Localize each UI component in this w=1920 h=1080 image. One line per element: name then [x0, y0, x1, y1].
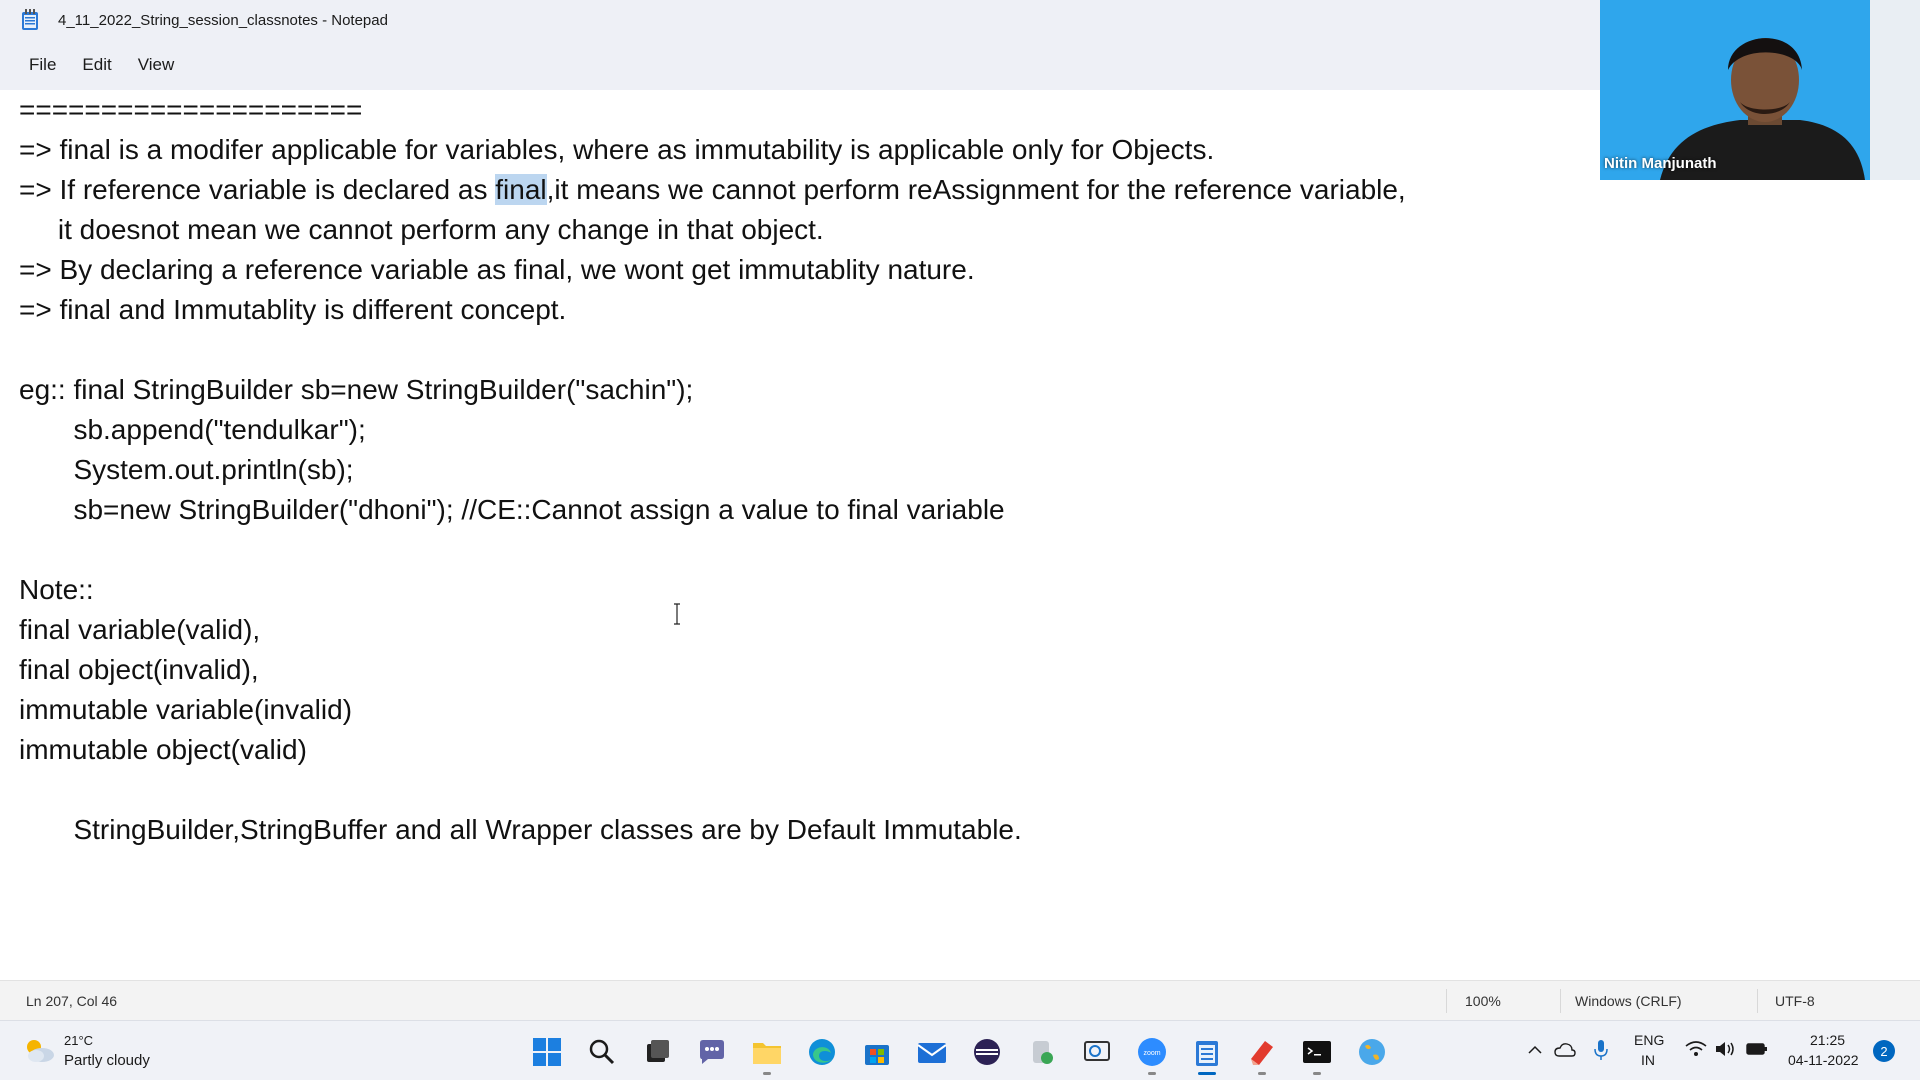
- snipping-icon: [1084, 1041, 1110, 1061]
- store-button[interactable]: [860, 1035, 894, 1069]
- browser-button[interactable]: [1355, 1035, 1389, 1069]
- running-indicator: [763, 1072, 771, 1075]
- edge-icon: [809, 1039, 835, 1065]
- globe-icon: [1359, 1039, 1385, 1065]
- text-line: final object(invalid),: [19, 654, 259, 685]
- selected-text: final: [495, 174, 547, 205]
- text-line: immutable object(valid): [19, 734, 307, 765]
- text-cursor-icon: [674, 603, 680, 625]
- text-line: System.out.println(sb);: [19, 454, 354, 485]
- task-view-button[interactable]: [640, 1035, 674, 1069]
- title-bar: 4_11_2022_String_session_classnotes - No…: [0, 0, 1600, 40]
- text-line: => If reference variable is declared as …: [19, 170, 1406, 210]
- eclipse-icon: [974, 1039, 1000, 1065]
- menu-edit[interactable]: Edit: [69, 49, 124, 81]
- start-button[interactable]: [530, 1035, 564, 1069]
- active-indicator: [1198, 1072, 1216, 1075]
- zoom-level[interactable]: 100%: [1465, 993, 1501, 1009]
- text-line: StringBuilder,StringBuffer and all Wrapp…: [19, 814, 1022, 845]
- pdf-icon: [1251, 1041, 1273, 1065]
- zoom-button[interactable]: zoom: [1135, 1035, 1169, 1075]
- svg-text:zoom: zoom: [1143, 1050, 1160, 1057]
- clock-date[interactable]: 04-11-2022: [1788, 1052, 1859, 1068]
- menu-file[interactable]: File: [16, 49, 69, 81]
- text-line: eg:: final StringBuilder sb=new StringBu…: [19, 374, 694, 405]
- participant-video[interactable]: Nitin Manjunath: [1600, 0, 1920, 180]
- text-line: => final is a modifer applicable for var…: [19, 134, 1215, 165]
- snipping-tool-button[interactable]: [1080, 1035, 1114, 1069]
- wifi-icon[interactable]: [1685, 1040, 1707, 1058]
- mail-button[interactable]: [915, 1035, 949, 1069]
- notepad-button[interactable]: [1190, 1035, 1224, 1075]
- search-button[interactable]: [585, 1035, 619, 1069]
- text-line: it doesnot mean we cannot perform any ch…: [19, 214, 824, 245]
- pdf-reader-button[interactable]: [1245, 1035, 1279, 1075]
- menu-bar: File Edit View: [0, 40, 1600, 90]
- language-code[interactable]: ENG: [1634, 1032, 1664, 1048]
- text-line: immutable variable(invalid): [19, 694, 353, 725]
- participant-avatar-icon: [1600, 0, 1920, 180]
- weather-icon[interactable]: [22, 1035, 56, 1065]
- line-ending[interactable]: Windows (CRLF): [1575, 993, 1682, 1009]
- file-explorer-icon: [753, 1043, 781, 1064]
- cloud-icon[interactable]: [1554, 1040, 1576, 1060]
- text-line: Note::: [19, 574, 94, 605]
- file-explorer-button[interactable]: [750, 1035, 784, 1075]
- microphone-icon[interactable]: [1593, 1038, 1609, 1062]
- clock-time[interactable]: 21:25: [1810, 1032, 1845, 1048]
- app-icon: [1033, 1041, 1053, 1064]
- search-icon: [589, 1039, 615, 1065]
- chat-icon: [700, 1040, 724, 1064]
- zoom-icon: zoom: [1138, 1038, 1166, 1066]
- participant-name: Nitin Manjunath: [1604, 155, 1717, 172]
- cursor-position: Ln 207, Col 46: [26, 993, 118, 1009]
- text-line: final variable(valid),: [19, 614, 261, 645]
- text-line: sb.append("tendulkar");: [19, 414, 366, 445]
- store-icon: [865, 1045, 889, 1065]
- status-bar: Ln 207, Col 46 100% Windows (CRLF) UTF-8: [0, 980, 1920, 1020]
- terminal-icon: [1303, 1041, 1331, 1063]
- eclipse-button[interactable]: [970, 1035, 1004, 1069]
- terminal-button[interactable]: [1300, 1035, 1334, 1075]
- text-line: =====================: [19, 94, 363, 125]
- volume-icon[interactable]: [1714, 1040, 1736, 1058]
- taskbar: 21°C Partly cloudy zoom ENG IN 21:25 04-…: [0, 1020, 1920, 1080]
- running-indicator: [1148, 1072, 1156, 1075]
- menu-view[interactable]: View: [125, 49, 188, 81]
- text-segment: ,it means we cannot perform reAssignment…: [546, 174, 1406, 205]
- edge-button[interactable]: [805, 1035, 839, 1069]
- weather-description[interactable]: Partly cloudy: [64, 1052, 150, 1069]
- chat-button[interactable]: [695, 1035, 729, 1069]
- running-indicator: [1258, 1072, 1266, 1075]
- battery-icon[interactable]: [1746, 1042, 1768, 1056]
- text-segment: => If reference variable is declared as: [19, 174, 496, 205]
- notepad-icon: [22, 9, 38, 30]
- app-button[interactable]: [1025, 1035, 1059, 1069]
- status-divider: [1446, 989, 1447, 1013]
- start-icon: [533, 1038, 561, 1066]
- weather-temperature[interactable]: 21°C: [64, 1033, 93, 1048]
- mail-icon: [917, 1043, 947, 1063]
- text-line: => By declaring a reference variable as …: [19, 254, 975, 285]
- task-view-icon: [647, 1040, 669, 1062]
- notification-badge[interactable]: 2: [1873, 1040, 1895, 1062]
- encoding[interactable]: UTF-8: [1775, 993, 1815, 1009]
- status-divider: [1560, 989, 1561, 1013]
- status-divider: [1757, 989, 1758, 1013]
- text-line: sb=new StringBuilder("dhoni"); //CE::Can…: [19, 494, 1005, 525]
- text-line: => final and Immutablity is different co…: [19, 294, 567, 325]
- notepad-taskbar-icon: [1196, 1041, 1218, 1066]
- window-title: 4_11_2022_String_session_classnotes - No…: [58, 11, 388, 29]
- running-indicator: [1313, 1072, 1321, 1075]
- text-editor[interactable]: ===================== => final is a modi…: [0, 90, 1920, 980]
- chevron-up-icon[interactable]: [1527, 1042, 1543, 1058]
- language-region[interactable]: IN: [1641, 1052, 1655, 1068]
